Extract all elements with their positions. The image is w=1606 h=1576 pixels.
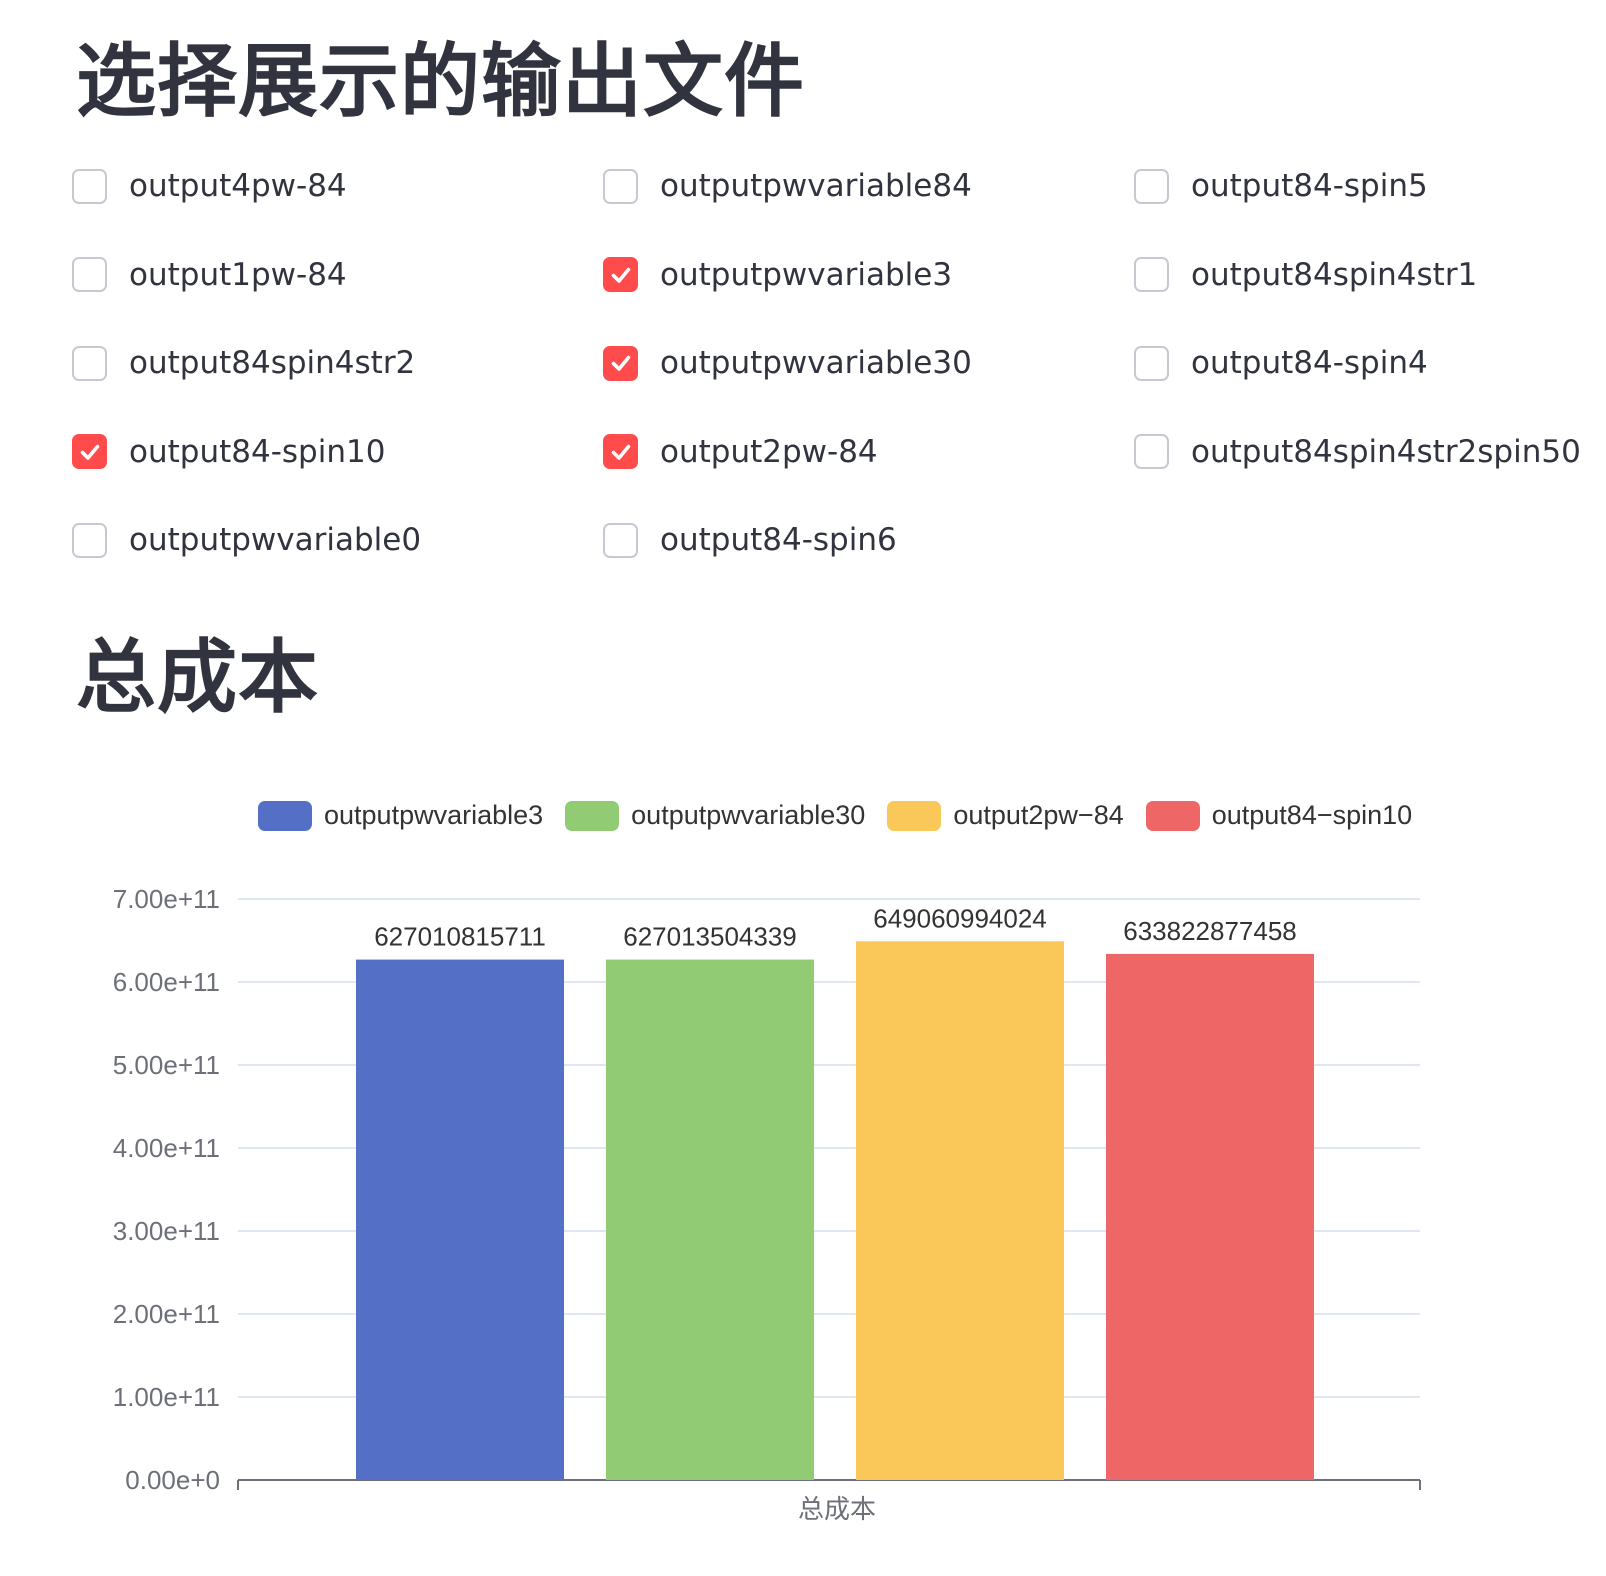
- select-output-files-heading: 选择展示的输出文件: [76, 35, 805, 128]
- checkmark-icon: [80, 444, 99, 460]
- y-tick-label: 4.00e+11: [113, 1133, 220, 1163]
- checkbox-label: outputpwvariable84: [660, 168, 972, 204]
- legend-swatch: [1145, 800, 1200, 831]
- total-cost-bar-chart: 0.00e+0 1.00e+11 2.00e+11 3.00e+11 4.00e+11 5…: [113, 884, 1421, 1524]
- y-tick-label: 3.00e+11: [113, 1216, 220, 1246]
- checkbox[interactable]: [72, 168, 107, 204]
- legend-item[interactable]: output2pw−84: [887, 800, 1124, 831]
- bar: [856, 941, 1064, 1480]
- legend-swatch: [258, 800, 312, 831]
- y-tick-label: 6.00e+11: [113, 967, 220, 997]
- checkbox[interactable]: [72, 257, 107, 292]
- checkbox-label: output84spin4str2spin50: [1191, 433, 1581, 470]
- legend-label: output84−spin10: [1211, 800, 1413, 830]
- total-cost-heading: 总成本: [76, 631, 319, 724]
- checkbox-item[interactable]: output84-spin10: [72, 426, 603, 478]
- checkbox-label: output2pw-84: [660, 433, 878, 470]
- checkbox-item[interactable]: output84-spin5: [1134, 160, 1592, 212]
- checkbox-item[interactable]: outputpwvariable30: [603, 337, 1134, 389]
- y-tick-label: 7.00e+11: [113, 884, 220, 914]
- checkbox-item[interactable]: output2pw-84: [603, 426, 1134, 478]
- legend-label: output2pw−84: [953, 800, 1124, 830]
- chart-legend: outputpwvariable3 outputpwvariable30 outpu…: [258, 800, 1434, 831]
- checkbox-item[interactable]: output84spin4str2: [72, 337, 603, 389]
- checkbox-item[interactable]: outputpwvariable84: [603, 160, 1134, 212]
- checkbox-label: output84-spin5: [1191, 168, 1428, 204]
- checkbox-label: outputpwvariable3: [660, 256, 953, 293]
- legend-label: outputpwvariable30: [631, 800, 866, 830]
- checkbox[interactable]: [1134, 257, 1169, 292]
- legend-item[interactable]: outputpwvariable30: [565, 800, 865, 831]
- checkbox[interactable]: [1134, 434, 1169, 469]
- checkbox-label: output84spin4str2: [129, 345, 416, 381]
- legend-item[interactable]: outputpwvariable3: [258, 800, 543, 831]
- checkbox[interactable]: [603, 257, 638, 292]
- y-tick-label: 0.00e+0: [125, 1465, 220, 1495]
- checkbox-item[interactable]: outputpwvariable0: [72, 514, 603, 566]
- checkbox-item[interactable]: output84-spin4: [1134, 337, 1592, 389]
- checkbox-label: output84-spin10: [129, 433, 386, 470]
- checkbox-label: output84-spin6: [660, 522, 897, 558]
- checkbox[interactable]: [603, 434, 638, 469]
- checkbox-item[interactable]: output84-spin6: [603, 514, 1134, 566]
- checkmark-icon: [611, 355, 630, 371]
- checkbox-label: output84spin4str1: [1191, 256, 1478, 293]
- checkbox-item[interactable]: output84spin4str2spin50: [1134, 426, 1592, 478]
- checkbox-label: outputpwvariable0: [129, 522, 422, 558]
- bar: [1106, 953, 1314, 1480]
- x-category-label: 总成本: [798, 1494, 876, 1524]
- legend-label: outputpwvariable3: [324, 800, 544, 830]
- checkbox-label: outputpwvariable30: [660, 345, 972, 381]
- legend-item[interactable]: output84−spin10: [1145, 800, 1413, 831]
- checkbox[interactable]: [1134, 345, 1169, 381]
- bar: [606, 959, 814, 1480]
- checkbox[interactable]: [603, 522, 638, 558]
- checkbox[interactable]: [72, 345, 107, 381]
- output-file-checkbox-group: output4pw-84 outputpwvariable84 output84-s…: [72, 160, 1592, 603]
- bar-value-label: 649060994024: [873, 903, 1047, 933]
- checkbox-item[interactable]: output4pw-84: [72, 160, 603, 212]
- legend-swatch: [887, 800, 942, 831]
- bar-value-label: 627013504339: [623, 922, 797, 952]
- checkbox[interactable]: [603, 345, 638, 381]
- checkbox-item[interactable]: output1pw-84: [72, 249, 603, 301]
- bar-value-label: 627010815711: [374, 922, 546, 952]
- checkmark-icon: [611, 267, 630, 283]
- y-tick-label: 2.00e+11: [113, 1299, 220, 1329]
- checkbox[interactable]: [72, 522, 107, 558]
- legend-swatch: [565, 800, 620, 831]
- checkbox-item[interactable]: output84spin4str1: [1134, 249, 1592, 301]
- checkbox-label: output1pw-84: [129, 256, 347, 293]
- bar: [356, 959, 564, 1480]
- bar-value-label: 633822877458: [1123, 916, 1297, 946]
- checkbox-label: output4pw-84: [129, 168, 347, 204]
- y-tick-label: 1.00e+11: [113, 1382, 220, 1412]
- checkbox[interactable]: [603, 168, 638, 204]
- checkbox[interactable]: [1134, 168, 1169, 204]
- checkmark-icon: [611, 444, 630, 460]
- checkbox-label: output84-spin4: [1191, 345, 1428, 381]
- checkbox-item[interactable]: outputpwvariable3: [603, 249, 1134, 301]
- checkbox[interactable]: [72, 434, 107, 469]
- y-tick-label: 5.00e+11: [113, 1050, 220, 1080]
